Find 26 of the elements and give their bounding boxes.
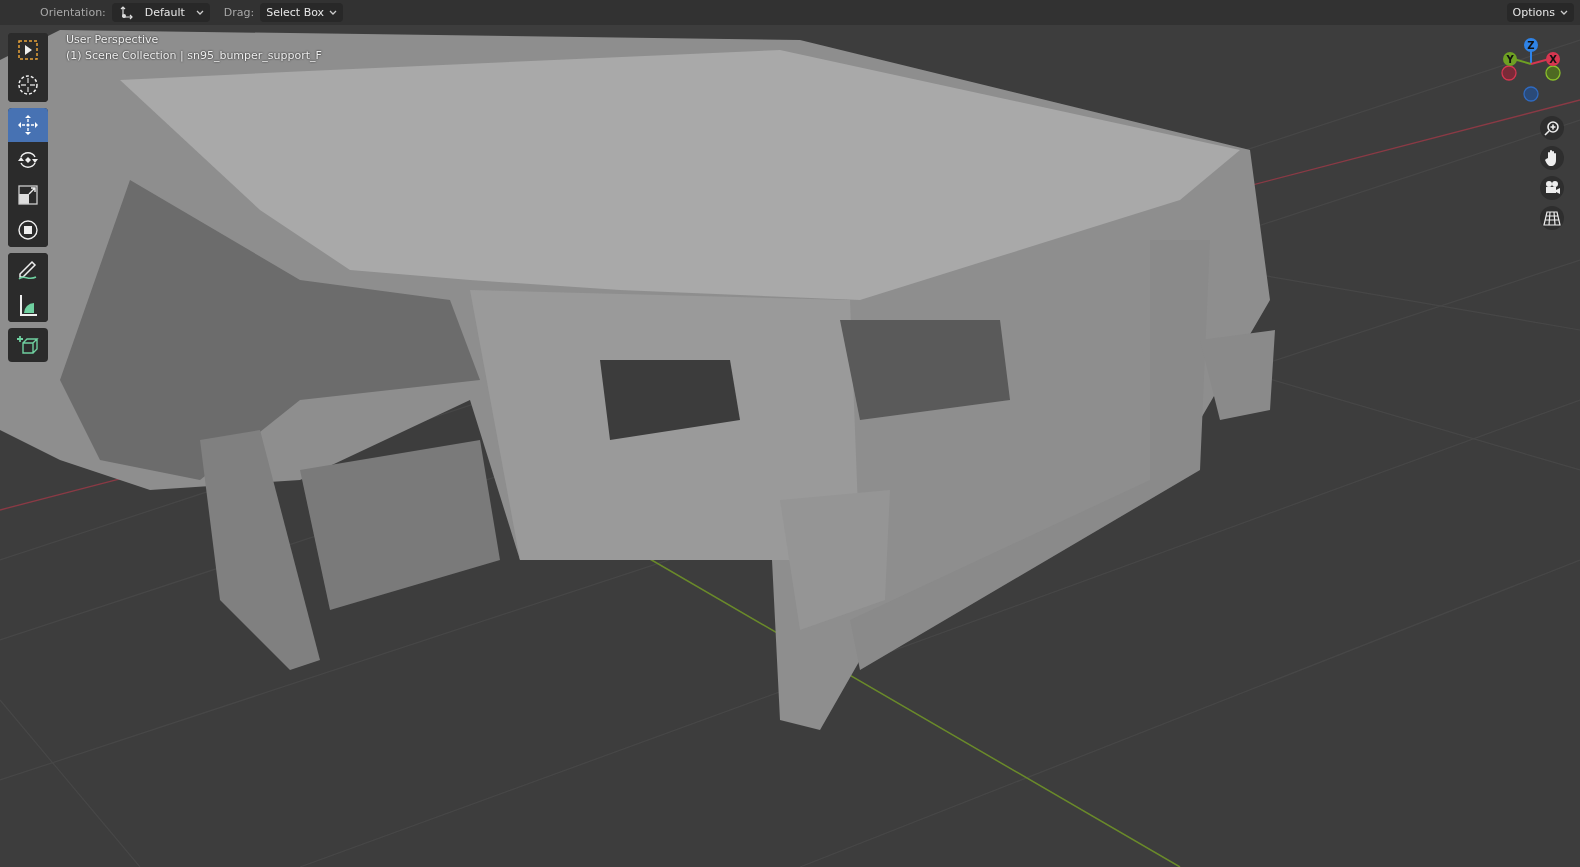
viewport-info-text: User Perspective (66, 33, 160, 46)
axis-label[interactable]: Y (1503, 52, 1517, 66)
camera-button[interactable] (1540, 176, 1564, 200)
grid-button[interactable] (1540, 206, 1564, 230)
chevron-icon (195, 9, 204, 16)
chevron-icon (329, 9, 338, 16)
camera-icon (1543, 179, 1561, 197)
scale-icon (16, 183, 40, 207)
orientation-dropdown[interactable]: Default (111, 3, 210, 22)
orientation-label: Orientation: (40, 6, 106, 19)
axis-label[interactable]: Z (1524, 38, 1538, 52)
axis-label[interactable]: X (1546, 52, 1560, 66)
select-box-icon (16, 38, 40, 62)
pan-button[interactable] (1540, 146, 1564, 170)
zoom-button[interactable] (1540, 116, 1564, 140)
zoom-icon (1543, 119, 1561, 137)
cursor-icon (16, 73, 40, 97)
transform-icon (16, 218, 40, 242)
move-icon (16, 113, 40, 137)
drag-dropdown[interactable]: Select Box (260, 3, 344, 22)
drag-label: Drag: (223, 6, 255, 19)
chevron-icon (1560, 9, 1568, 16)
grid-icon (1543, 209, 1561, 227)
add-cube-icon (16, 333, 40, 357)
options-dropdown[interactable]: Options (1506, 3, 1574, 22)
viewport-info-text: (1) Scene Collection | sn95_bumper_support_F (66, 49, 322, 62)
